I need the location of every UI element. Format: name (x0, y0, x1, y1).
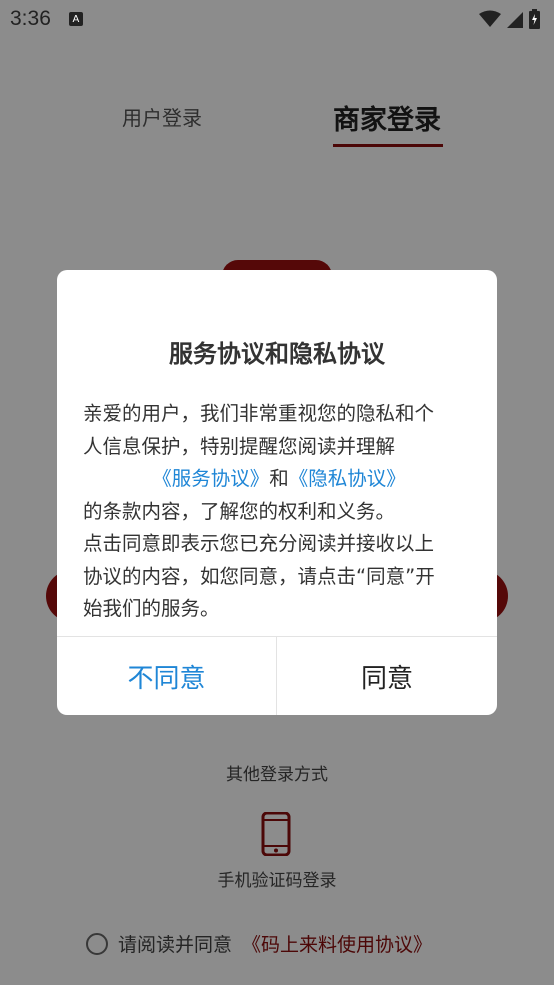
and-text: 和 (269, 467, 289, 490)
dialog-line-7: 始我们的服务。 (83, 597, 220, 620)
dialog-line-1: 亲爱的用户，我们非常重视您的隐私和个 (83, 402, 435, 425)
dialog-title: 服务协议和隐私协议 (169, 340, 385, 368)
dialog-line-2: 人信息保护，特别提醒您阅读并理解 (83, 434, 396, 458)
signal-icon (507, 12, 523, 28)
agreement-dialog: 服务协议和隐私协议 亲爱的用户，我们非常重视您的隐私和个 人信息保护，特别提醒您… (57, 270, 497, 715)
privacy-agreement-link[interactable]: 《隐私协议》 (289, 467, 406, 490)
agree-button[interactable]: 同意 (277, 637, 497, 715)
battery-icon (529, 9, 540, 29)
dialog-links-line: 《服务协议》和《隐私协议》 (83, 463, 475, 496)
disagree-button[interactable]: 不同意 (57, 637, 276, 715)
status-icons (479, 9, 540, 29)
status-left: 3:36 A (10, 7, 83, 31)
dialog-line-6: 协议的内容，如您同意，请点击“同意”开 (83, 564, 435, 588)
dialog-line-5: 点击同意即表示您已充分阅读并接收以上 (83, 532, 435, 555)
wifi-icon (479, 10, 501, 27)
service-agreement-link[interactable]: 《服务协议》 (152, 467, 269, 490)
status-time: 3:36 (10, 7, 51, 30)
dialog-body: 亲爱的用户，我们非常重视您的隐私和个 人信息保护，特别提醒您阅读并理解 《服务协… (83, 398, 475, 626)
status-bar: 3:36 A (0, 0, 554, 38)
dialog-line-4: 的条款内容，了解您的权利和义务。 (83, 499, 396, 523)
notification-icon: A (68, 12, 83, 26)
